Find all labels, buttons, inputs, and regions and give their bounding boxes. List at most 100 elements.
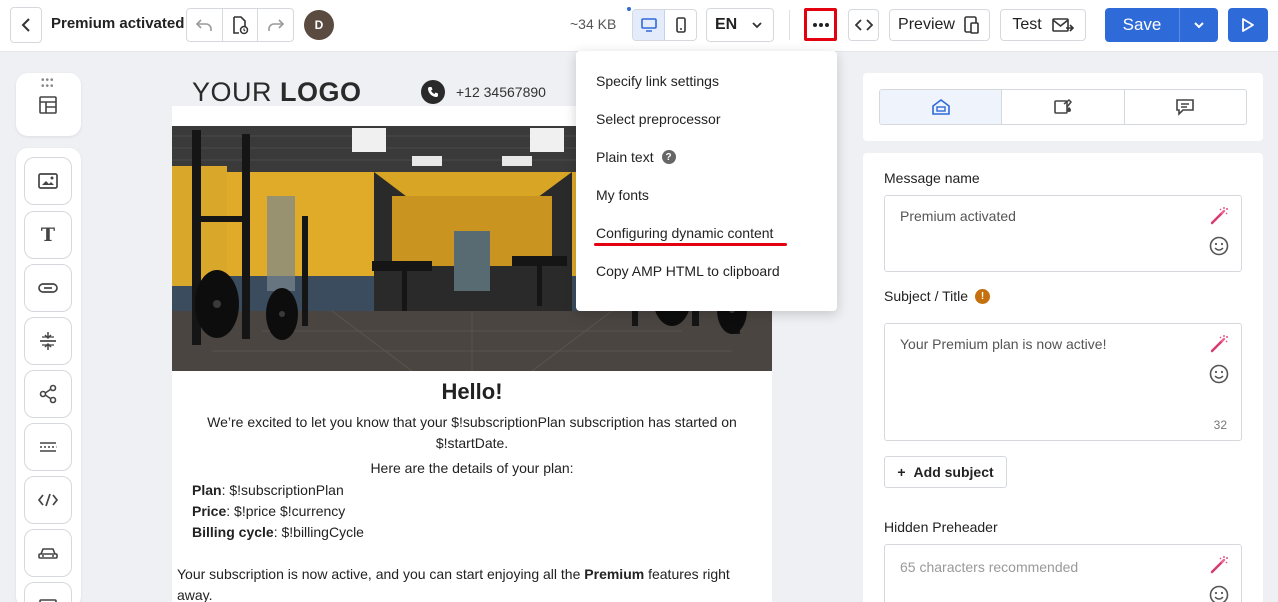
email-size: ~34 KB [570, 16, 617, 32]
divider-icon [40, 442, 57, 452]
devices-icon [964, 16, 979, 34]
text-icon: T [40, 224, 56, 246]
settings-tabs-card [863, 73, 1263, 141]
code-editor-button[interactable] [848, 9, 879, 41]
run-button[interactable] [1228, 8, 1268, 42]
preview-button[interactable]: Preview [889, 9, 990, 41]
menu-item-my-fonts[interactable]: My fonts [596, 187, 649, 203]
play-icon [1242, 18, 1254, 32]
emoji-icon[interactable] [1209, 236, 1229, 256]
detail-row: Plan: $!subscriptionPlan [192, 480, 364, 501]
test-button[interactable]: Test [1000, 9, 1086, 41]
social-block-button[interactable] [24, 370, 72, 418]
add-subject-label: Add subject [913, 464, 994, 480]
subject-label: Subject / Title! [884, 288, 991, 304]
subject-label-text: Subject / Title [884, 288, 969, 304]
message-name-label: Message name [884, 170, 980, 186]
menu-item-label: My fonts [596, 187, 649, 203]
image-block-button[interactable] [24, 157, 72, 205]
preheader-field[interactable]: 65 characters recommended [884, 544, 1242, 602]
back-button[interactable] [10, 7, 42, 43]
chevron-left-icon [21, 18, 30, 32]
more-options-menu: Specify link settings Select preprocesso… [576, 51, 837, 311]
image-icon [38, 173, 58, 189]
redo-icon [267, 19, 284, 31]
menu-item-label: Specify link settings [596, 73, 719, 89]
details-intro[interactable]: Here are the details of your plan: [172, 460, 772, 476]
email-logo[interactable]: YOUR LOGO [192, 77, 362, 108]
menu-item-copy-amp[interactable]: Copy AMP HTML to clipboard [596, 263, 780, 279]
text-block-button[interactable]: T [24, 211, 72, 259]
menu-item-preprocessor[interactable]: Select preprocessor [596, 111, 721, 127]
menu-item-link-settings[interactable]: Specify link settings [596, 73, 719, 89]
closing-bold-text: Premium [584, 566, 645, 582]
email-heading[interactable]: Hello! [172, 379, 772, 405]
mobile-view-button[interactable] [665, 10, 696, 40]
menu-item-dynamic-content[interactable]: Configuring dynamic content [596, 225, 773, 241]
warning-icon[interactable]: ! [975, 288, 991, 304]
magic-wand-icon[interactable] [1209, 555, 1229, 575]
user-avatar[interactable]: D [304, 10, 334, 40]
message-name-label-text: Message name [884, 170, 980, 186]
save-options-button[interactable] [1180, 8, 1218, 42]
plus-icon: + [897, 464, 906, 480]
message-settings-form: Message name Premium activated Subject /… [863, 153, 1263, 602]
status-dot [627, 7, 631, 11]
menu-item-label: Select preprocessor [596, 111, 721, 127]
structures-panel-toggle[interactable]: ••• ••• [16, 73, 81, 136]
emoji-icon[interactable] [1209, 585, 1229, 602]
subject-value: Your Premium plan is now active! [900, 336, 1107, 352]
subject-field[interactable]: Your Premium plan is now active! 32 [884, 323, 1242, 441]
amp-block-button[interactable] [24, 529, 72, 577]
highlight-underline [594, 243, 787, 246]
phone-number[interactable]: +12 34567890 [456, 84, 546, 100]
save-button[interactable]: Save [1105, 8, 1180, 42]
email-intro-paragraph[interactable]: We’re excited to let you know that your … [202, 412, 742, 454]
button-block-button[interactable] [24, 264, 72, 312]
help-icon[interactable]: ? [661, 150, 676, 164]
detail-label: Price [192, 503, 227, 519]
html-block-button[interactable] [24, 476, 72, 524]
comment-icon [1176, 99, 1195, 116]
redo-button[interactable] [258, 9, 293, 41]
undo-button[interactable] [187, 9, 223, 41]
menu-item-label: Plain text [596, 149, 654, 165]
spacer-icon [40, 332, 56, 350]
magic-wand-icon[interactable] [1209, 206, 1229, 226]
language-select[interactable]: EN [706, 8, 774, 42]
more-options-button[interactable] [804, 8, 837, 41]
spacer-block-button[interactable] [24, 317, 72, 365]
drag-handle-icon[interactable]: ••• ••• [41, 76, 55, 92]
banner-icon [39, 599, 57, 602]
plan-details-list[interactable]: Plan: $!subscriptionPlan Price: $!price … [192, 480, 364, 543]
chevron-down-icon [752, 22, 762, 29]
banner-block-button[interactable] [24, 582, 72, 602]
document-title: Premium activated [51, 15, 185, 32]
detail-row: Billing cycle: $!billingCycle [192, 522, 364, 543]
history-controls [186, 8, 294, 42]
detail-label: Plan [192, 482, 222, 498]
menu-item-plain-text[interactable]: Plain text? [596, 149, 676, 165]
tab-comments[interactable] [1125, 90, 1246, 124]
html-code-icon [37, 493, 59, 507]
phone-icon [421, 80, 445, 104]
add-subject-button[interactable]: + Add subject [884, 456, 1007, 488]
divider-block-button[interactable] [24, 423, 72, 471]
magic-wand-icon[interactable] [1209, 334, 1229, 354]
emoji-icon[interactable] [1209, 364, 1229, 384]
tab-appearance[interactable] [1002, 90, 1125, 124]
desktop-view-button[interactable] [633, 10, 665, 40]
logo-light-text: YOUR [192, 77, 281, 107]
message-name-field[interactable]: Premium activated [884, 195, 1242, 272]
menu-item-label: Configuring dynamic content [596, 225, 774, 241]
tab-message-settings[interactable] [880, 90, 1003, 124]
preheader-placeholder: 65 characters recommended [900, 559, 1079, 575]
menu-item-label: Copy AMP HTML to clipboard [596, 263, 780, 279]
character-counter: 32 [1213, 418, 1227, 432]
closing-text: Your subscription is now active, and you… [177, 566, 585, 582]
test-label: Test [1012, 16, 1042, 33]
email-closing-paragraph[interactable]: Your subscription is now active, and you… [177, 564, 757, 602]
version-history-button[interactable] [223, 9, 259, 41]
detail-label: Billing cycle [192, 524, 274, 540]
paint-icon [1054, 98, 1072, 114]
